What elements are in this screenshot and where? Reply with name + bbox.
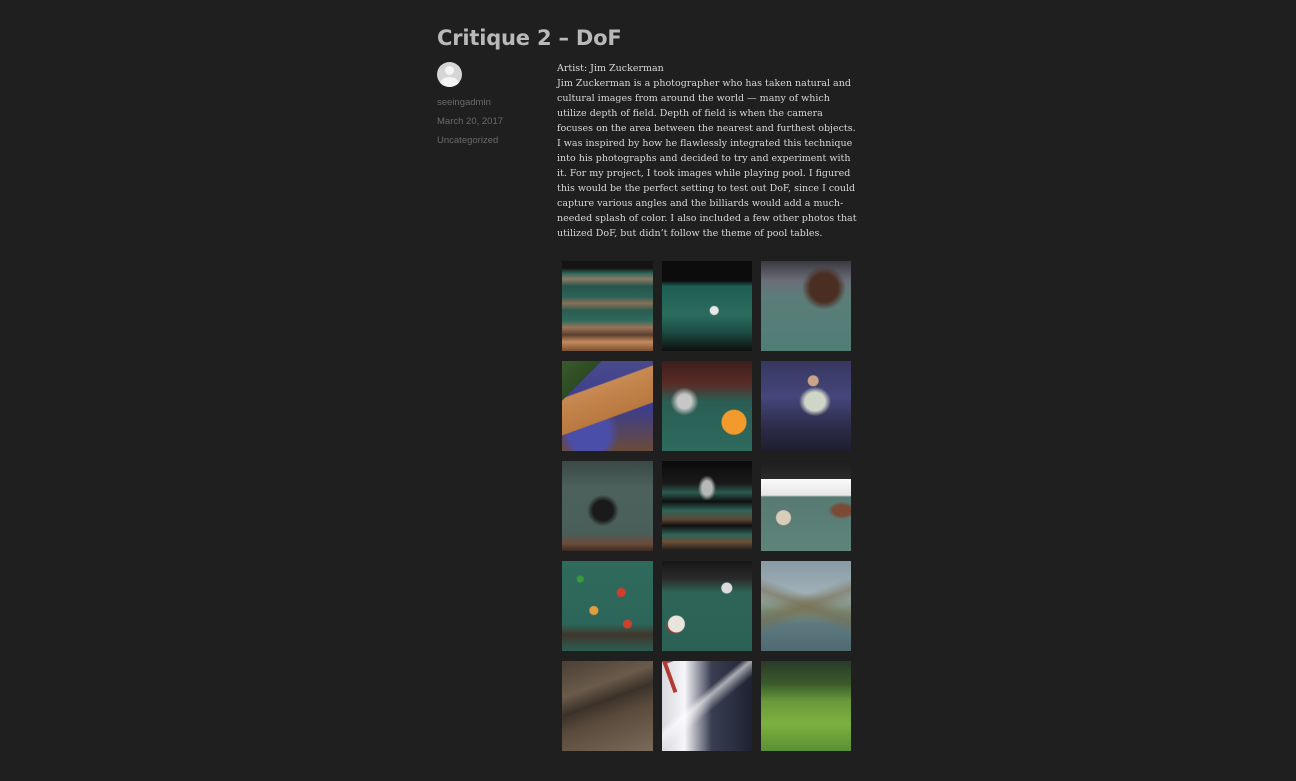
avatar-head-shape xyxy=(445,66,454,75)
post-body-paragraph: Jim Zuckerman is a photographer who has … xyxy=(557,78,857,239)
gallery-thumb-wood-surface[interactable] xyxy=(562,661,653,751)
post-date-link[interactable]: March 20, 2017 xyxy=(437,116,537,135)
gallery-thumb-cue-strike[interactable] xyxy=(761,461,851,551)
gallery-thumb-pool-hall[interactable] xyxy=(662,461,752,551)
author-avatar[interactable] xyxy=(437,62,462,87)
artist-line: Artist: Jim Zuckerman xyxy=(557,63,664,74)
gallery-thumb-grass[interactable] xyxy=(761,661,851,751)
gallery-thumb-striped-ball[interactable] xyxy=(662,561,752,651)
category-link[interactable]: Uncategorized xyxy=(437,135,537,154)
gallery-thumb-racked-balls[interactable] xyxy=(562,461,653,551)
gallery-thumb-pool-tables-row[interactable] xyxy=(562,261,653,351)
photo-gallery xyxy=(562,261,862,751)
post-content: Artist: Jim Zuckerman Jim Zuckerman is a… xyxy=(557,61,859,241)
gallery-thumb-shoe[interactable] xyxy=(562,361,653,451)
gallery-thumb-orange-ball[interactable] xyxy=(662,361,752,451)
gallery-thumb-building-angle[interactable] xyxy=(662,661,752,751)
gallery-thumb-scattered-balls[interactable] xyxy=(562,561,653,651)
author-link[interactable]: seeingadmin xyxy=(437,97,537,116)
post-title: Critique 2 – DoF xyxy=(437,26,622,51)
gallery-thumb-pyramid-water[interactable] xyxy=(761,561,851,651)
avatar-shoulders-shape xyxy=(440,77,459,87)
gallery-thumb-hand-cue[interactable] xyxy=(761,261,851,351)
gallery-thumb-player-seated[interactable] xyxy=(761,361,851,451)
gallery-thumb-cue-ball[interactable] xyxy=(662,261,752,351)
post-meta: seeingadmin March 20, 2017 Uncategorized xyxy=(437,62,537,154)
